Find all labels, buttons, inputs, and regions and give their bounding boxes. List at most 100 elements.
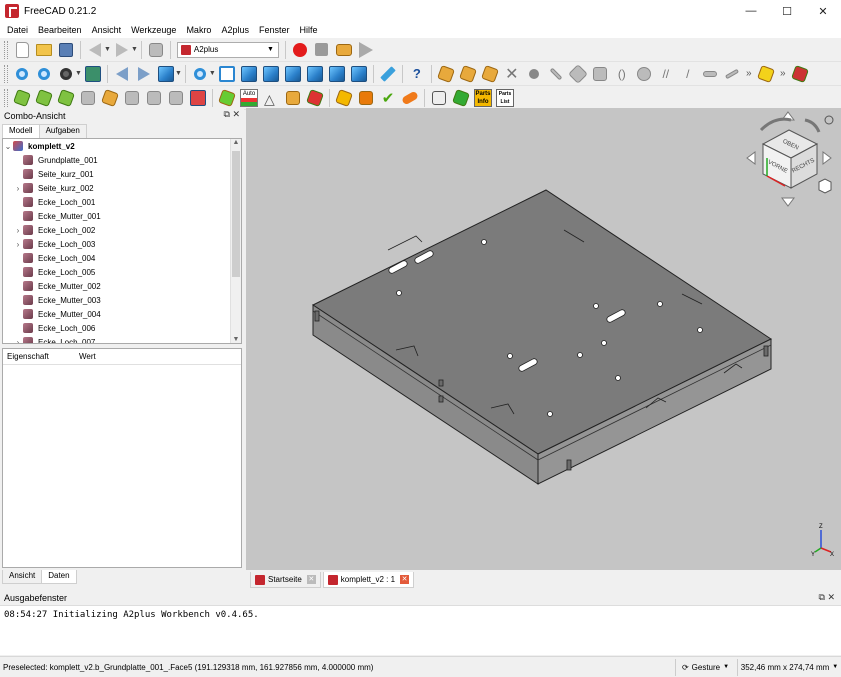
scroll-thumb[interactable] bbox=[232, 151, 240, 277]
tree-item[interactable]: Ecke_Mutter_001 bbox=[3, 209, 241, 223]
chevron-right-icon[interactable]: › bbox=[13, 226, 23, 235]
redo-dropdown-icon[interactable]: ▼ bbox=[131, 46, 138, 53]
menu-a2plus[interactable]: A2plus bbox=[216, 25, 254, 35]
constraint-delete-button[interactable]: ✕ bbox=[502, 64, 522, 84]
draw-style-dropdown-icon[interactable]: ▼ bbox=[75, 70, 82, 77]
nav-arrow-down-icon[interactable] bbox=[781, 197, 795, 207]
navigation-cube[interactable]: OBEN VORNE RECHTS bbox=[745, 110, 835, 210]
zoom-dropdown-icon[interactable]: ▼ bbox=[209, 70, 216, 77]
tree-item[interactable]: Ecke_Mutter_004 bbox=[3, 307, 241, 321]
nav-menu-icon[interactable] bbox=[824, 115, 834, 125]
tree-item[interactable]: Ecke_Loch_004 bbox=[3, 251, 241, 265]
toolbar-grip[interactable] bbox=[4, 64, 8, 83]
tree-item[interactable]: Ecke_Loch_001 bbox=[3, 195, 241, 209]
tree-item[interactable]: › Ecke_Loch_007 bbox=[3, 335, 241, 344]
edit-part-button[interactable] bbox=[144, 88, 164, 108]
constraint-list-button[interactable] bbox=[283, 88, 303, 108]
close-tab-icon[interactable]: ✕ bbox=[400, 575, 410, 584]
constraint-axis-button[interactable] bbox=[458, 64, 478, 84]
forward-button[interactable] bbox=[134, 64, 154, 84]
base-plate-top-face[interactable] bbox=[311, 189, 773, 455]
zoom-button[interactable] bbox=[190, 64, 210, 84]
menu-werkzeuge[interactable]: Werkzeuge bbox=[126, 25, 181, 35]
constraint-center-button[interactable]: / bbox=[678, 64, 698, 84]
nav-arrow-right-icon[interactable] bbox=[822, 151, 832, 165]
flip-constraint-button[interactable]: △ bbox=[261, 88, 281, 108]
combo-view-controls[interactable]: ⧉ ✕ bbox=[224, 109, 240, 120]
output-controls[interactable]: ⧉ ✕ bbox=[819, 592, 835, 603]
whats-this-button[interactable]: ? bbox=[407, 64, 427, 84]
tree-item[interactable]: › Seite_kurz_002 bbox=[3, 181, 241, 195]
tab-data-props[interactable]: Daten bbox=[41, 570, 77, 584]
tree-item[interactable]: Ecke_Mutter_002 bbox=[3, 279, 241, 293]
std-views-dropdown-icon[interactable]: ▼ bbox=[175, 70, 182, 77]
constraint-angle-button[interactable] bbox=[634, 64, 654, 84]
bounding-box-button[interactable] bbox=[83, 64, 103, 84]
constraint-face-button[interactable] bbox=[567, 63, 588, 84]
solve-button[interactable] bbox=[217, 88, 237, 108]
tree-button[interactable] bbox=[451, 88, 471, 108]
3d-viewport[interactable]: OBEN VORNE RECHTS Z X Y bbox=[246, 108, 841, 570]
menu-makro[interactable]: Makro bbox=[181, 25, 216, 35]
auto-solve-toggle[interactable]: Auto bbox=[239, 88, 259, 108]
constraint-cyl-button[interactable] bbox=[590, 64, 610, 84]
draw-style-button[interactable] bbox=[56, 64, 76, 84]
convert-part-button[interactable] bbox=[122, 88, 142, 108]
new-document-button[interactable] bbox=[12, 40, 32, 60]
scroll-down-icon[interactable]: ▼ bbox=[231, 336, 241, 343]
maximize-button[interactable]: ☐ bbox=[769, 0, 805, 22]
fix-part-button[interactable] bbox=[166, 88, 186, 108]
constraint-line-button[interactable] bbox=[546, 64, 566, 84]
back-button[interactable] bbox=[112, 64, 132, 84]
menu-bearbeiten[interactable]: Bearbeiten bbox=[33, 25, 87, 35]
parts-list-button[interactable]: Parts List bbox=[495, 88, 515, 108]
property-view[interactable]: Eigenschaft Wert bbox=[2, 348, 242, 568]
chevron-right-icon[interactable]: › bbox=[13, 338, 23, 344]
constraint-viewer-button[interactable] bbox=[305, 88, 325, 108]
move-part-button[interactable] bbox=[78, 88, 98, 108]
fit-selection-button[interactable] bbox=[34, 64, 54, 84]
output-console[interactable]: 08:54:27 Initializing A2plus Workbench v… bbox=[0, 605, 841, 655]
view-right-button[interactable] bbox=[283, 64, 303, 84]
rotate-left-icon[interactable] bbox=[759, 117, 792, 132]
tree-item[interactable]: Grundplatte_001 bbox=[3, 153, 241, 167]
macro-edit-button[interactable] bbox=[334, 40, 354, 60]
menu-datei[interactable]: Datei bbox=[2, 25, 33, 35]
tree-item[interactable]: Ecke_Loch_005 bbox=[3, 265, 241, 279]
tree-item[interactable]: › Ecke_Loch_003 bbox=[3, 237, 241, 251]
close-tab-icon[interactable]: ✕ bbox=[306, 575, 316, 584]
model-tree[interactable]: ⌄ komplett_v2 Grundplatte_001 Seite_kurz_… bbox=[2, 138, 242, 344]
menu-hilfe[interactable]: Hilfe bbox=[295, 25, 323, 35]
tree-item[interactable]: › Ecke_Loch_002 bbox=[3, 223, 241, 237]
tree-root[interactable]: ⌄ komplett_v2 bbox=[3, 139, 241, 153]
fit-all-button[interactable] bbox=[12, 64, 32, 84]
macro-stop-button[interactable] bbox=[312, 40, 332, 60]
add-part-ref-button[interactable] bbox=[34, 88, 54, 108]
navigation-style-selector[interactable]: ⟳ Gesture ▼ bbox=[675, 658, 735, 676]
toolbar-grip[interactable] bbox=[4, 88, 8, 107]
view-bottom-button[interactable] bbox=[327, 64, 347, 84]
nav-arrow-left-icon[interactable] bbox=[746, 151, 756, 165]
constraint-edge-button[interactable] bbox=[722, 64, 742, 84]
view-left-button[interactable] bbox=[349, 64, 369, 84]
view-menu-cube-icon[interactable] bbox=[818, 178, 832, 194]
dimension-display[interactable]: 352,46 mm x 274,74 mm ▼ bbox=[737, 658, 841, 676]
open-button[interactable] bbox=[34, 40, 54, 60]
undo-button[interactable] bbox=[85, 40, 105, 60]
macro-record-button[interactable] bbox=[290, 40, 310, 60]
tab-view-props[interactable]: Ansicht bbox=[2, 570, 43, 584]
toolbar-grip[interactable] bbox=[4, 40, 8, 59]
tree-item[interactable]: Ecke_Loch_006 bbox=[3, 321, 241, 335]
macro-run-button[interactable] bbox=[356, 40, 376, 60]
view-isometric-button[interactable] bbox=[217, 64, 237, 84]
check-button[interactable]: ✔ bbox=[378, 88, 398, 108]
tree-item[interactable]: Seite_kurz_001 bbox=[3, 167, 241, 181]
scroll-up-icon[interactable]: ▲ bbox=[231, 139, 241, 146]
a2p-debug-button[interactable] bbox=[790, 64, 810, 84]
parts-info-button[interactable]: Parts Info bbox=[473, 88, 493, 108]
restore-part-button[interactable] bbox=[188, 88, 208, 108]
constraint-circle-button[interactable] bbox=[524, 64, 544, 84]
chevron-right-icon[interactable]: › bbox=[13, 240, 23, 249]
measure-distance-button[interactable] bbox=[378, 64, 398, 84]
chevron-right-icon[interactable]: › bbox=[13, 184, 23, 193]
